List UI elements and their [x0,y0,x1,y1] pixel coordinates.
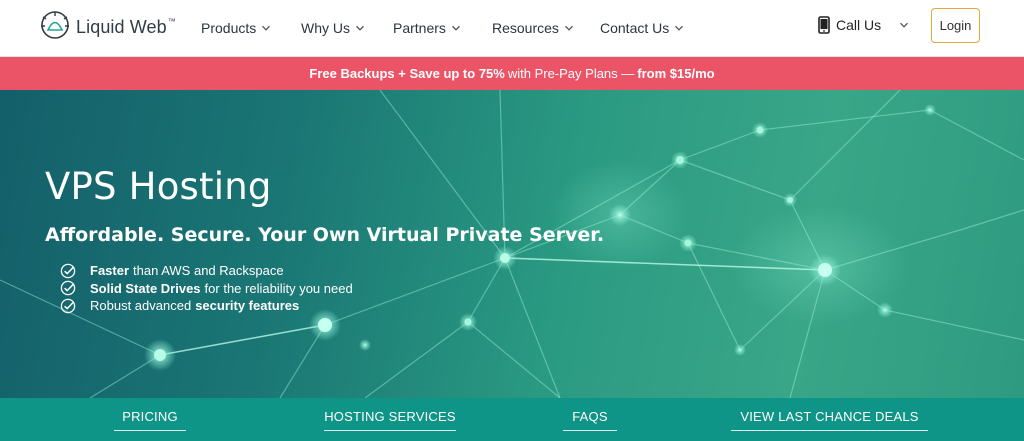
tab-last-chance-deals[interactable]: VIEW LAST CHANCE DEALS [731,409,928,431]
nav-contact-us[interactable]: Contact Us [600,18,684,38]
tab-hosting-services[interactable]: HOSTING SERVICES [324,409,456,431]
check-circle-icon [60,263,76,279]
feature-text: Robust advanced [90,298,192,314]
check-circle-icon [60,280,76,296]
feature-list: Faster than AWS and Rackspace Solid Stat… [60,262,353,315]
hero-section: VPS Hosting Affordable. Secure. Your Own… [0,90,1024,398]
feature-bold: Faster [90,263,130,279]
chevron-down-icon [564,23,574,33]
tab-pricing[interactable]: PRICING [114,409,186,431]
promo-text: with Pre-Pay Plans — [507,66,635,81]
nav-resources[interactable]: Resources [492,18,574,38]
nav-products[interactable]: Products [201,18,271,38]
check-circle-icon [60,298,76,314]
section-tabs: PRICING HOSTING SERVICES FAQS VIEW LAST … [0,398,1024,441]
call-us-label: Call Us [836,17,882,33]
hero-subtitle: Affordable. Secure. Your Own Virtual Pri… [45,224,605,246]
chevron-down-icon [355,23,365,33]
site-header: Liquid Web™ Products Why Us Partners Res… [0,0,1024,57]
feature-bold: security features [195,298,300,314]
nav-products-label: Products [201,20,257,36]
logo-text: Liquid Web™ [76,16,176,37]
login-button[interactable]: Login [931,8,980,43]
nav-partners[interactable]: Partners [393,18,461,38]
nav-resources-label: Resources [492,20,559,36]
nav-partners-label: Partners [393,20,446,36]
promo-banner[interactable]: Free Backups + Save up to 75% with Pre-P… [0,57,1024,90]
nav-why-us-label: Why Us [301,20,350,36]
feature-item: Solid State Drives for the reliability y… [60,280,353,298]
chevron-down-icon [674,23,684,33]
nav-contact-us-label: Contact Us [600,20,670,36]
promo-price: from $15/mo [637,66,715,81]
feature-item: Faster than AWS and Rackspace [60,262,353,280]
page-title: VPS Hosting [45,165,272,208]
phone-icon [818,16,830,34]
chevron-down-icon [451,23,461,33]
tab-faqs[interactable]: FAQS [563,409,617,431]
call-us-menu[interactable]: Call Us [818,15,909,35]
feature-bold: Solid State Drives [90,280,201,296]
logo[interactable]: Liquid Web™ [40,10,176,45]
chevron-down-icon [899,20,909,30]
promo-highlight: Free Backups + Save up to 75% [309,66,505,81]
chevron-down-icon [261,23,271,33]
nav-why-us[interactable]: Why Us [301,18,365,38]
logo-icon [40,10,70,45]
feature-item: Robust advanced security features [60,297,353,315]
feature-text: than AWS and Rackspace [133,263,284,279]
feature-text: for the reliability you need [204,280,353,296]
